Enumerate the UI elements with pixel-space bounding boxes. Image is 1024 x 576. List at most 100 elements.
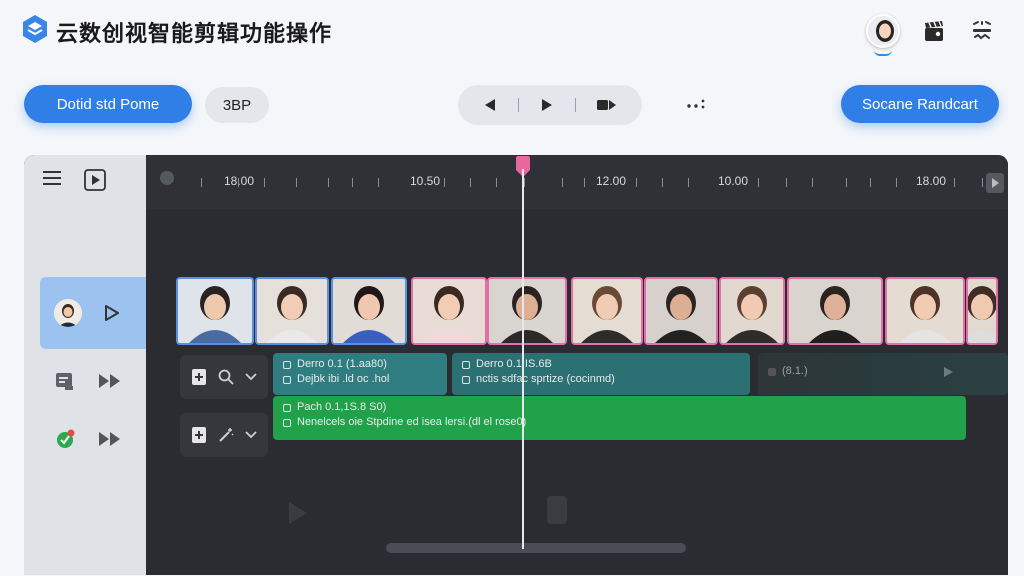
add-clip-icon[interactable]	[191, 368, 207, 386]
ruler-tick	[758, 178, 759, 187]
ruler-tick	[238, 178, 239, 187]
heart-icon	[283, 403, 291, 412]
preview-play-icon[interactable]	[84, 169, 106, 191]
fast-forward-icon[interactable]	[98, 431, 122, 447]
ruler-tick	[812, 178, 813, 187]
horizontal-scrollbar[interactable]	[386, 543, 686, 553]
ruler-tick	[584, 178, 585, 187]
subtitle-clip[interactable]: Derro 0.1.IS.6B nctis sdfac sprtize (coc…	[452, 353, 750, 395]
ruler-handle[interactable]	[160, 171, 174, 185]
ghost-play-icon	[289, 502, 307, 524]
video-frame-thumbnail[interactable]	[411, 277, 487, 345]
subtitle-clip[interactable]: (8.1.)	[758, 353, 1008, 395]
audio-badge-icon	[57, 429, 75, 448]
ruler-tick	[562, 178, 563, 187]
audio-track-controls	[180, 413, 268, 457]
clip-line: nctis sdfac sprtize (cocinmd)	[476, 373, 615, 385]
ruler-tick	[896, 178, 897, 187]
app-title: 云数创视智能剪辑功能操作	[56, 22, 333, 47]
ruler-tick	[846, 178, 847, 187]
timeline-panel: 18.00 10.50 12.00 10.00 18.00 Derro 0.1 …	[24, 155, 1008, 575]
video-frame-thumbnail[interactable]	[966, 277, 998, 345]
ruler-tick	[444, 178, 445, 187]
grid-menu-icon[interactable]	[970, 20, 994, 42]
clip-line: Pach 0.1,1S.8 S0)	[297, 401, 387, 413]
add-clip-icon[interactable]	[191, 426, 207, 444]
ruler-tick	[786, 178, 787, 187]
ruler-label: 18.00	[224, 174, 255, 188]
video-frame-thumbnail[interactable]	[787, 277, 883, 345]
previous-icon[interactable]	[482, 97, 498, 113]
clip-line: Derro 0.1.IS.6B	[476, 358, 552, 370]
hamburger-menu-icon[interactable]	[42, 169, 62, 187]
stack-logo-icon	[23, 15, 47, 43]
ruler-tick	[870, 178, 871, 187]
video-frame-thumbnail[interactable]	[331, 277, 407, 345]
video-frame-thumbnail[interactable]	[487, 277, 567, 345]
video-frame-thumbnail[interactable]	[571, 277, 643, 345]
ruler-tick	[296, 178, 297, 187]
subtitle-icon	[56, 373, 73, 390]
video-frame-thumbnail[interactable]	[644, 277, 718, 345]
clip-line: Dejbk ibi .ld oc .hol	[297, 373, 390, 385]
ruler-tick	[328, 178, 329, 187]
ruler-tick	[636, 178, 637, 187]
ruler-tick	[954, 178, 955, 187]
play-icon[interactable]	[942, 366, 954, 378]
ruler-tick	[496, 178, 497, 187]
list-icon	[462, 375, 470, 384]
track-avatar	[54, 299, 82, 327]
subtitle-track-controls	[180, 355, 268, 399]
note-icon	[768, 367, 776, 376]
clapperboard-icon[interactable]	[922, 19, 946, 43]
avatar-status-indicator	[874, 50, 892, 56]
chevron-down-icon[interactable]	[245, 373, 257, 381]
plus-icon	[283, 418, 291, 427]
resolution-chip[interactable]: 3BP	[205, 87, 269, 123]
ruler-tick	[352, 178, 353, 187]
clip-line: (8.1.)	[782, 365, 808, 377]
image-icon	[462, 360, 470, 369]
folder-icon	[283, 375, 291, 384]
more-dots-icon[interactable]	[686, 97, 708, 111]
time-ruler[interactable]: 18.00 10.50 12.00 10.00 18.00	[146, 155, 1008, 209]
ruler-tick	[378, 178, 379, 187]
ruler-scroll-end-button[interactable]	[986, 173, 1004, 193]
ruler-tick	[662, 178, 663, 187]
video-frame-thumbnail[interactable]	[885, 277, 965, 345]
next-frame-icon[interactable]	[596, 97, 618, 113]
ruler-tick	[982, 178, 983, 187]
video-track-header[interactable]	[40, 277, 146, 349]
divider	[575, 98, 576, 112]
ruler-tick	[524, 178, 525, 187]
ruler-label: 18.00	[916, 174, 947, 188]
magic-wand-icon[interactable]	[218, 427, 234, 443]
user-avatar-icon[interactable]	[866, 14, 900, 48]
track-sidebar	[24, 155, 146, 575]
ruler-tick	[688, 178, 689, 187]
play-icon[interactable]	[539, 97, 555, 113]
heart-icon	[283, 360, 291, 369]
playhead-line	[522, 169, 524, 549]
ruler-tick	[264, 178, 265, 187]
subtitle-clip[interactable]: Derro 0.1 (1.aa80) Dejbk ibi .ld oc .hol	[273, 353, 447, 395]
clip-line: Derro 0.1 (1.aa80)	[297, 358, 387, 370]
ruler-tick	[470, 178, 471, 187]
audio-track-header[interactable]	[40, 403, 146, 475]
chevron-down-icon[interactable]	[245, 431, 257, 439]
search-icon[interactable]	[218, 369, 234, 385]
play-outline-icon[interactable]	[104, 304, 120, 322]
audio-clip[interactable]: Pach 0.1,1S.8 S0) Nenelcels oie Stpdine …	[273, 396, 966, 440]
playback-controls	[458, 85, 642, 125]
ruler-label: 12.00	[596, 174, 627, 188]
ruler-label: 10.50	[410, 174, 441, 188]
secondary-action-button[interactable]: Socane Randcart	[841, 85, 999, 123]
video-frame-thumbnail[interactable]	[719, 277, 785, 345]
clip-line: Nenelcels oie Stpdine ed isea lersi.(dl …	[297, 416, 527, 428]
fast-forward-icon[interactable]	[98, 373, 122, 389]
video-frame-thumbnail[interactable]	[255, 277, 329, 345]
ruler-tick	[201, 178, 202, 187]
primary-action-button[interactable]: Dotid std Pome	[24, 85, 192, 123]
divider	[518, 98, 519, 112]
video-frame-thumbnail[interactable]	[176, 277, 254, 345]
